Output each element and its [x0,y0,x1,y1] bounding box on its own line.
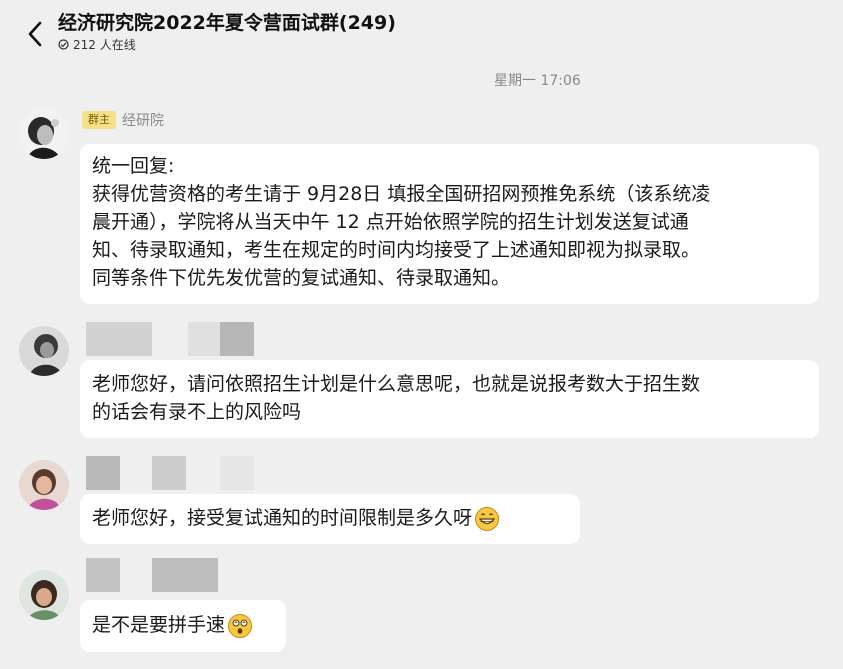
blurred-sender-name [220,322,254,356]
sender-name: 经研院 [122,113,164,129]
avatar[interactable] [19,326,69,376]
chat-title[interactable]: 经济研究院2022年夏令营面试群(249) [58,8,396,35]
online-count-text: 212 人在线 [73,38,136,52]
online-status-icon [58,39,69,50]
blurred-sender-name [86,456,120,490]
message-line: 统一回复: [92,155,175,177]
message-line: 老师您好，接受复试通知的时间限制是多久呀 [92,507,473,529]
message-line: 老师您好，请问依照招生计划是什么意思呢，也就是说报考数大于招生数 [92,373,701,395]
blurred-sender-name [152,456,186,490]
message-line: 晨开通），学院将从当天中午 12 点开始依照学院的招生计划发送复试通 [92,211,689,233]
avatar[interactable] [19,570,69,620]
message-line: 知、待录取通知，考生在规定的时间内均接受了上述通知即视为拟录取。 [92,239,701,261]
message-bubble[interactable]: 统一回复: 获得优营资格的考生请于 9月28日 填报全国研招网预推免系统（该系统… [80,144,819,304]
message-line-wrap: 是不是要拼手速 [92,611,274,639]
blurred-sender-name [188,322,220,356]
message-line: 同等条件下优先发优营的复试通知、待录取通知。 [92,267,511,289]
dizzy-face-icon [228,613,253,638]
message-bubble[interactable]: 老师您好，接受复试通知的时间限制是多久呀 [80,494,580,544]
blurred-sender-name [220,456,254,490]
message-bubble[interactable]: 是不是要拼手速 [80,600,286,652]
chat-screen: 经济研究院2022年夏令营面试群(249) 212 人在线 星期一 17:06 … [0,0,843,669]
back-button[interactable] [20,16,50,52]
grinning-face-icon [475,506,500,531]
message-bubble[interactable]: 老师您好，请问依照招生计划是什么意思呢，也就是说报考数大于招生数 的话会有录不上… [80,360,819,438]
online-count[interactable]: 212 人在线 [58,36,136,53]
avatar[interactable] [19,460,69,510]
message-line: 的话会有录不上的风险吗 [92,401,302,423]
chevron-left-icon [28,21,42,47]
blurred-sender-name [86,558,120,592]
message-line: 是不是要拼手速 [92,614,226,636]
message-line: 获得优营资格的考生请于 9月28日 填报全国研招网预推免系统（该系统凌 [92,183,711,205]
blurred-sender-name [152,558,218,592]
message-timestamp: 星期一 17:06 [494,73,581,89]
owner-badge: 群主 [82,111,116,129]
avatar[interactable] [19,109,69,159]
blurred-sender-name [86,322,152,356]
message-line-wrap: 老师您好，接受复试通知的时间限制是多久呀 [92,504,568,532]
